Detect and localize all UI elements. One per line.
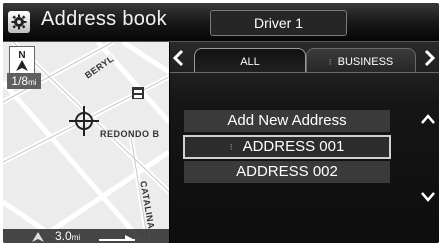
map-scale-bottom-unit: mi [71,233,81,242]
street-label-redondo: REDONDO B [100,129,160,139]
list-item-address-001[interactable]: ⁝ ADDRESS 001 [183,135,391,159]
address-book-screen: Address book Driver 1 N 1/8mi BERYL REDO… [3,3,439,243]
category-icon: ⁝ [229,142,233,153]
chevron-up-icon[interactable] [420,112,436,126]
header-bar: Address book Driver 1 [3,3,439,42]
chevron-right-icon[interactable] [420,46,438,70]
add-new-address-button[interactable]: Add New Address [184,110,390,132]
map-scale-top[interactable]: 1/8mi [7,73,41,89]
tab-divider [170,72,439,73]
map-bottom-bar [3,229,169,243]
category-icon: ⁝ [328,57,332,67]
crosshair-icon [69,106,99,141]
chevron-down-icon[interactable] [420,190,436,204]
direction-icon [32,232,44,242]
tab-business-label: BUSINESS [337,56,394,68]
map-view[interactable]: N 1/8mi BERYL REDONDO B CATALINA 3.0mi [3,42,169,243]
map-scale-top-value: 1/8 [11,74,29,88]
scale-bar-icon [99,235,135,241]
svg-text:N: N [18,50,25,61]
list-item-address-002[interactable]: ADDRESS 002 [184,161,390,183]
map-scale-bottom: 3.0mi [55,229,80,243]
tab-business[interactable]: ⁝ BUSINESS [306,48,416,73]
map-scale-top-unit: mi [28,78,37,87]
restaurant-icon [132,87,144,99]
map-scale-bottom-value: 3.0 [55,229,72,243]
list-item-label: ADDRESS 001 [242,138,345,155]
gear-icon[interactable] [8,11,30,33]
chevron-left-icon[interactable] [170,46,188,70]
north-up-icon[interactable]: N [9,46,35,74]
address-list-panel: ALL ⁝ BUSINESS Add New Address ⁝ ADDRESS 0… [170,42,439,243]
page-title: Address book [41,8,167,30]
tab-all[interactable]: ALL [194,48,306,73]
driver-selector[interactable]: Driver 1 [210,10,347,36]
